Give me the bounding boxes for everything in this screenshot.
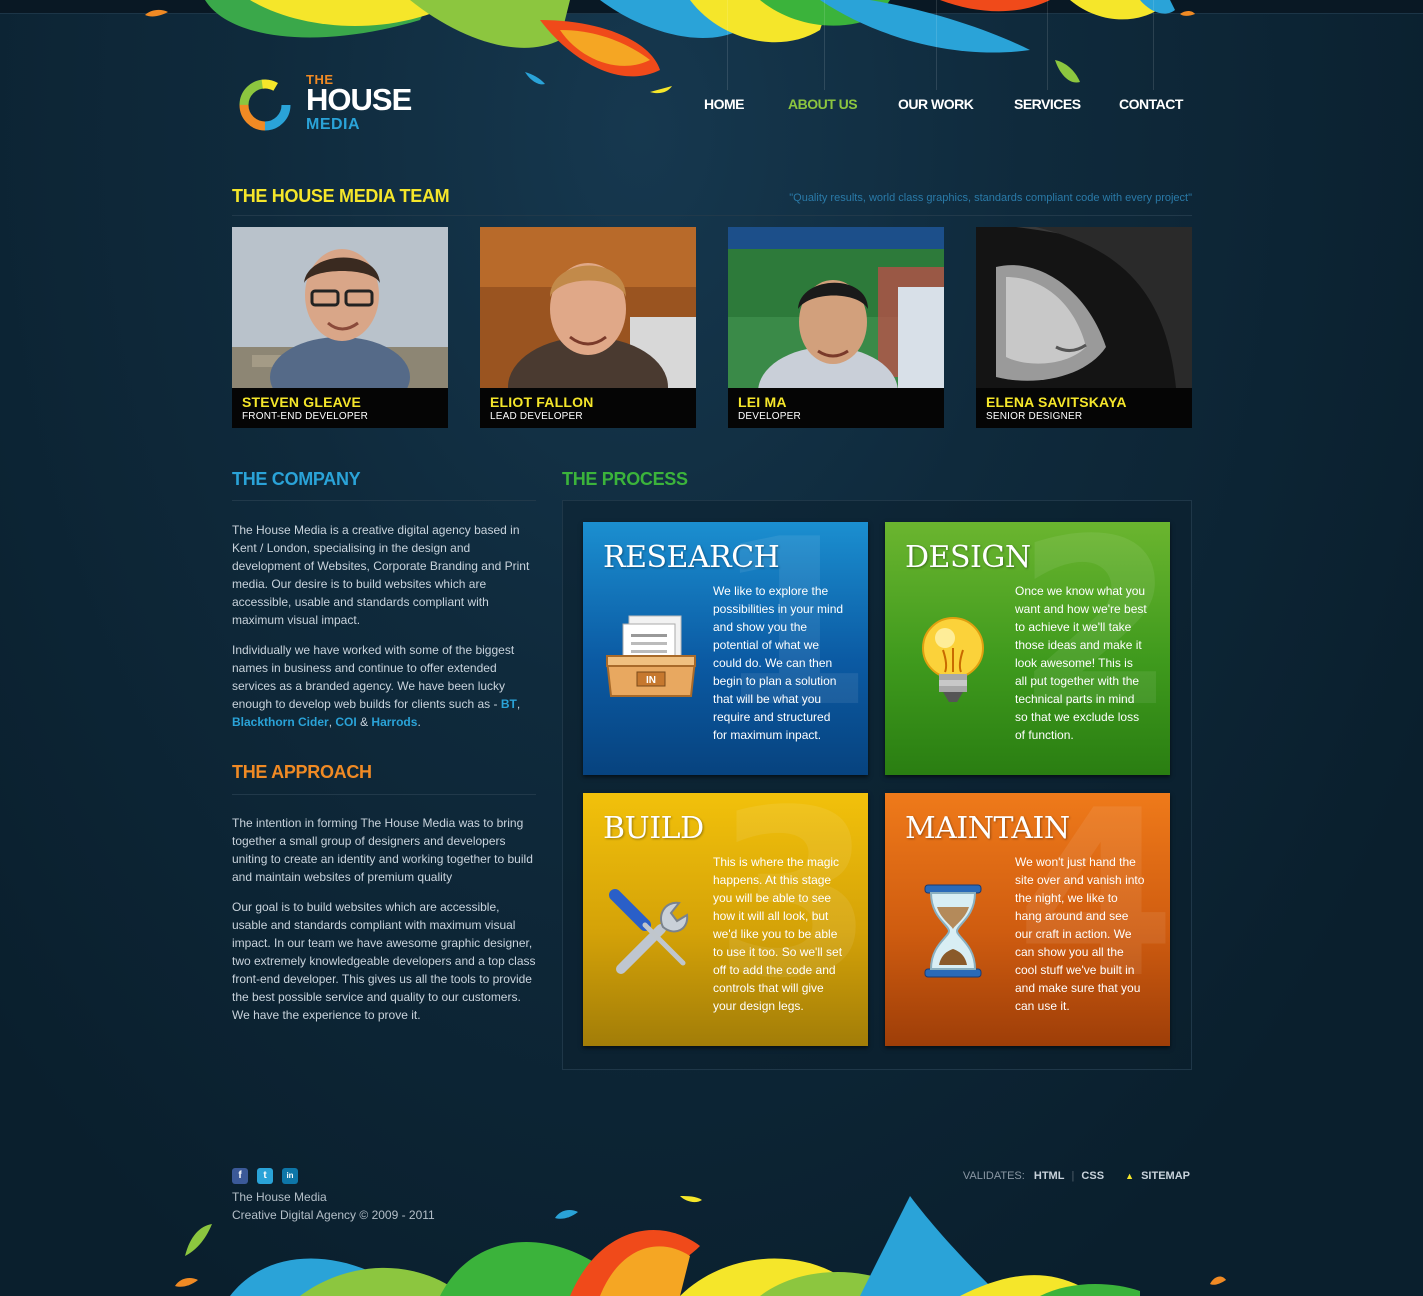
step-description: We like to explore the possibilities in …: [713, 584, 844, 742]
nav-divider: [1153, 0, 1154, 90]
arrow-up-icon: ▲: [1125, 1171, 1135, 1181]
member-role: SENIOR DESIGNER: [986, 411, 1083, 422]
nav-about-us[interactable]: ABOUT US: [788, 96, 858, 112]
nav-home[interactable]: HOME: [704, 96, 745, 112]
nav-our-work[interactable]: OUR WORK: [898, 96, 974, 112]
sitemap-link[interactable]: SITEMAP: [1141, 1170, 1190, 1182]
approach-paragraph: Our goal is to build websites which are …: [232, 900, 536, 1022]
nav-contact[interactable]: CONTACT: [1119, 96, 1183, 112]
member-role: FRONT-END DEVELOPER: [242, 411, 369, 422]
step-title: BUILD: [603, 811, 704, 846]
team-member[interactable]: ELIOT FALLON LEAD DEVELOPER: [480, 227, 696, 428]
company-clients-paragraph: Individually we have worked with some of…: [232, 641, 536, 731]
ampersand-text: &: [360, 715, 369, 729]
member-name: STEVEN GLEAVE: [242, 394, 362, 410]
comma-text: ,: [516, 697, 521, 711]
hourglass-icon: [924, 884, 982, 978]
process-step-research[interactable]: 1 RESEARCH IN We like to explore the pos…: [583, 522, 868, 775]
divider-text: |: [1071, 1170, 1075, 1182]
team-member[interactable]: STEVEN GLEAVE FRONT-END DEVELOPER: [232, 227, 448, 428]
nav-divider: [936, 0, 937, 90]
company-paragraph: The House Media is a creative digital ag…: [232, 523, 530, 627]
process-title: THE PROCESS: [562, 469, 688, 489]
twitter-icon[interactable]: t: [257, 1168, 273, 1184]
logo-house: HOUSE: [306, 82, 412, 117]
step-description: We won't just hand the site over and van…: [1015, 855, 1145, 1013]
nav-services[interactable]: SERVICES: [1014, 96, 1081, 112]
validate-html-link[interactable]: HTML: [1034, 1170, 1065, 1182]
decorative-paint-splash-top: [145, 0, 1195, 94]
logo-ring-icon: [239, 79, 291, 131]
decorative-paint-splash-bottom: [175, 1196, 1226, 1296]
tools-icon: [609, 889, 689, 974]
member-name: ELENA SAVITSKAYA: [986, 394, 1127, 410]
nav-divider: [1047, 0, 1048, 90]
member-photo: [728, 227, 944, 388]
validate-css-link[interactable]: CSS: [1081, 1170, 1104, 1182]
footer-copyright: Creative Digital Agency © 2009 - 2011: [232, 1208, 435, 1222]
divider: [232, 215, 1192, 216]
main-nav: HOME ABOUT US OUR WORK SERVICES CONTACT: [690, 0, 1200, 116]
member-role: LEAD DEVELOPER: [490, 411, 583, 422]
lightbulb-icon: [922, 617, 984, 702]
step-title: DESIGN: [905, 540, 1031, 575]
client-link-blackthorn-cider[interactable]: Blackthorn Cider: [232, 715, 329, 729]
process-step-build[interactable]: 3 BUILD This is where the magic happens.…: [583, 793, 868, 1046]
nav-divider: [727, 0, 728, 90]
approach-title: THE APPROACH: [232, 762, 372, 782]
footer-company: The House Media: [232, 1190, 327, 1204]
client-link-bt[interactable]: BT: [501, 697, 517, 711]
comma-text: ,: [328, 715, 333, 729]
step-description: This is where the magic happens. At this…: [713, 855, 843, 1013]
client-link-harrods[interactable]: Harrods: [371, 715, 417, 729]
team-member[interactable]: LEI MA DEVELOPER: [728, 227, 944, 428]
company-title: THE COMPANY: [232, 469, 361, 489]
divider: [232, 794, 536, 795]
client-link-coi[interactable]: COI: [335, 715, 356, 729]
approach-paragraph: The intention in forming The House Media…: [232, 816, 533, 884]
footer-validates: VALIDATES: HTML | CSS ▲ SITEMAP: [900, 1170, 1190, 1182]
clients-intro-text: Individually we have worked with some of…: [232, 643, 515, 711]
member-photo: [232, 227, 448, 388]
member-name: ELIOT FALLON: [490, 394, 594, 410]
facebook-icon[interactable]: f: [232, 1168, 248, 1184]
step-title: RESEARCH: [603, 540, 780, 575]
member-photo: [976, 227, 1192, 388]
inbox-label: IN: [646, 675, 656, 686]
step-title: MAINTAIN: [905, 811, 1070, 846]
member-name: LEI MA: [738, 394, 787, 410]
logo-media: MEDIA: [306, 116, 361, 133]
nav-divider: [824, 0, 825, 90]
inbox-tray-icon: IN: [605, 615, 697, 697]
process-step-maintain[interactable]: 4 MAINTAIN We won't just hand the site o…: [885, 793, 1170, 1046]
divider: [232, 500, 536, 501]
member-role: DEVELOPER: [738, 411, 801, 422]
member-photo: [480, 227, 696, 388]
team-member[interactable]: ELENA SAVITSKAYA SENIOR DESIGNER: [976, 227, 1192, 428]
linkedin-icon[interactable]: in: [282, 1168, 298, 1184]
period-text: .: [417, 715, 421, 729]
team-title: THE HOUSE MEDIA TEAM: [232, 186, 450, 206]
team-quote: "Quality results, world class graphics, …: [789, 192, 1192, 204]
step-description: Once we know what you want and how we're…: [1015, 584, 1147, 742]
validates-label: VALIDATES:: [962, 1170, 1025, 1182]
logo[interactable]: THE HOUSE MEDIA: [236, 72, 426, 136]
process-step-design[interactable]: 2 DESIGN Once we know what you want and …: [885, 522, 1170, 775]
top-bar: [0, 0, 1423, 14]
